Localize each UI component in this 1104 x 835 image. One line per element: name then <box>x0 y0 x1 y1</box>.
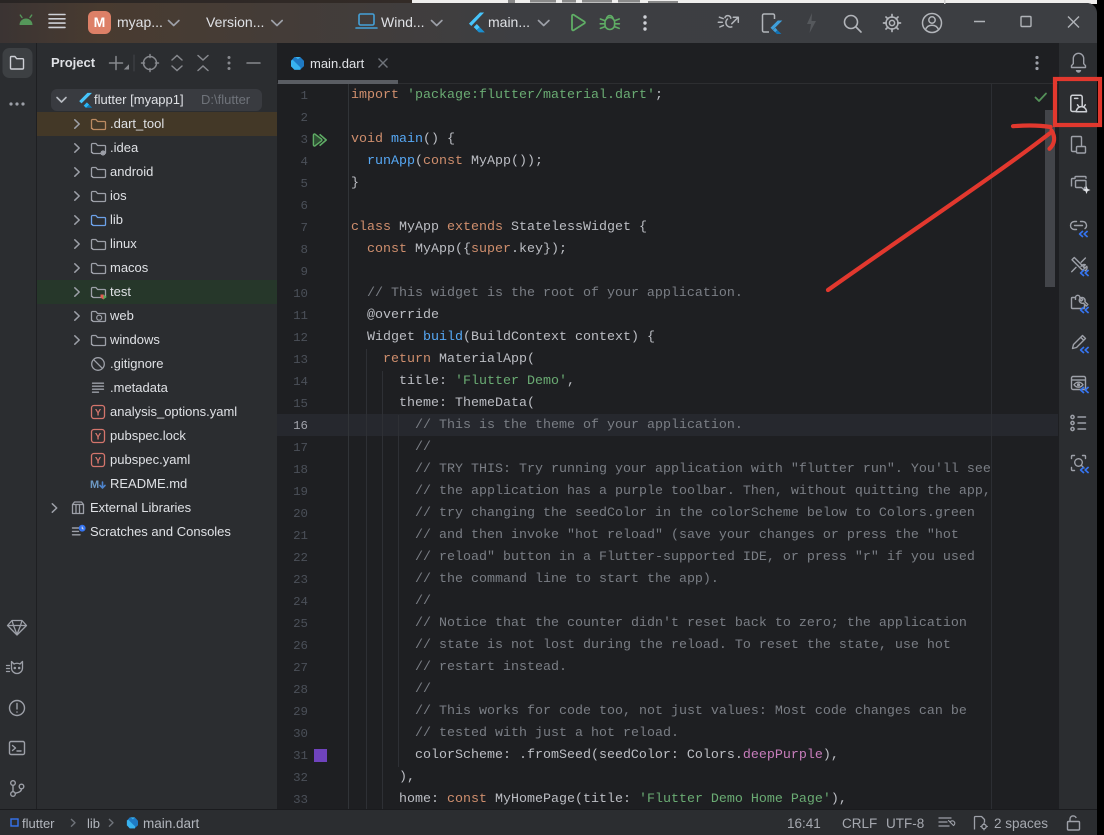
svg-text:M: M <box>94 14 106 30</box>
